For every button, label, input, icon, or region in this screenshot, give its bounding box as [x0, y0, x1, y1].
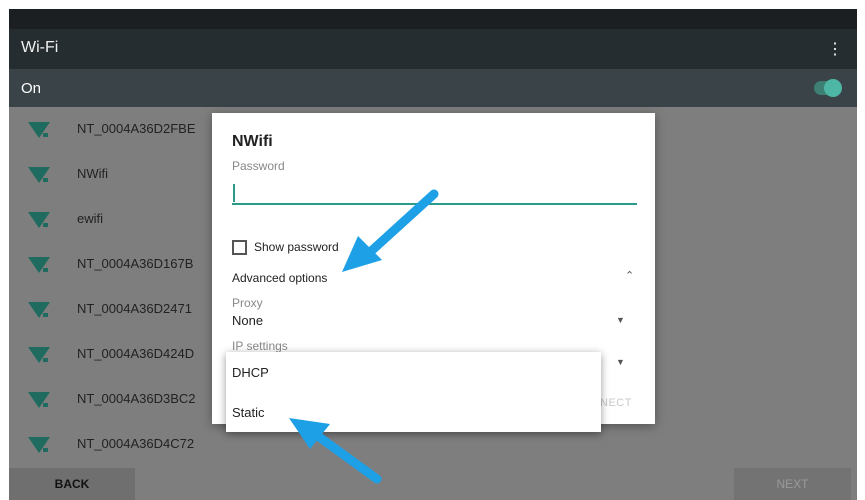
proxy-select[interactable]: None — [232, 313, 263, 328]
dropdown-arrow-icon[interactable]: ▼ — [616, 315, 625, 325]
top-frame — [0, 0, 865, 9]
proxy-label: Proxy — [232, 296, 263, 310]
network-ssid: NT_0004A36D2471 — [77, 301, 192, 316]
wifi-signal-icon — [28, 347, 50, 363]
network-ssid: NT_0004A36D167B — [77, 256, 194, 271]
show-password-checkbox[interactable] — [232, 239, 247, 255]
wifi-signal-icon — [28, 122, 50, 138]
bottom-bar — [9, 468, 857, 500]
ip-settings-dropdown: DHCP Static — [226, 352, 601, 432]
wifi-signal-icon — [28, 212, 50, 228]
wifi-toggle[interactable] — [814, 79, 842, 97]
show-password-label: Show password — [254, 240, 339, 254]
dialog-title: NWifi — [232, 133, 273, 150]
app-bar: Wi-Fi ⋮ — [9, 29, 857, 69]
advanced-options-toggle[interactable]: Advanced options — [232, 271, 327, 285]
back-button[interactable]: BACK — [9, 468, 135, 500]
network-ssid: NT_0004A36D3BC2 — [77, 391, 196, 406]
dropdown-arrow-icon[interactable]: ▼ — [616, 357, 625, 367]
chevron-up-icon[interactable]: ⌃ — [625, 269, 634, 282]
toggle-knob — [824, 79, 842, 97]
wifi-signal-icon — [28, 167, 50, 183]
wifi-state-label: On — [21, 80, 42, 97]
connect-button[interactable]: NECT — [600, 397, 632, 409]
network-ssid: NT_0004A36D424D — [77, 346, 195, 361]
wifi-signal-icon — [28, 302, 50, 318]
ip-settings-label: IP settings — [232, 339, 288, 353]
next-button[interactable]: NEXT — [734, 468, 851, 500]
network-ssid: ewifi — [77, 211, 104, 226]
wifi-signal-icon — [28, 437, 50, 453]
wifi-signal-icon — [28, 392, 50, 408]
text-caret — [233, 184, 235, 202]
wifi-toggle-bar[interactable]: On — [9, 69, 857, 107]
dropdown-option-static[interactable]: Static — [232, 405, 265, 420]
network-ssid: NT_0004A36D2FBE — [77, 121, 196, 136]
show-password-toggle[interactable]: Show password — [232, 239, 339, 255]
page-title: Wi-Fi — [21, 39, 59, 56]
network-ssid: NT_0004A36D4C72 — [77, 436, 195, 451]
password-label: Password — [232, 159, 285, 173]
network-ssid: NWifi — [77, 166, 109, 181]
status-strip — [9, 9, 857, 29]
overflow-menu-icon[interactable]: ⋮ — [827, 39, 843, 59]
dropdown-option-dhcp[interactable]: DHCP — [232, 365, 269, 380]
password-input[interactable] — [232, 182, 637, 205]
wifi-signal-icon — [28, 257, 50, 273]
